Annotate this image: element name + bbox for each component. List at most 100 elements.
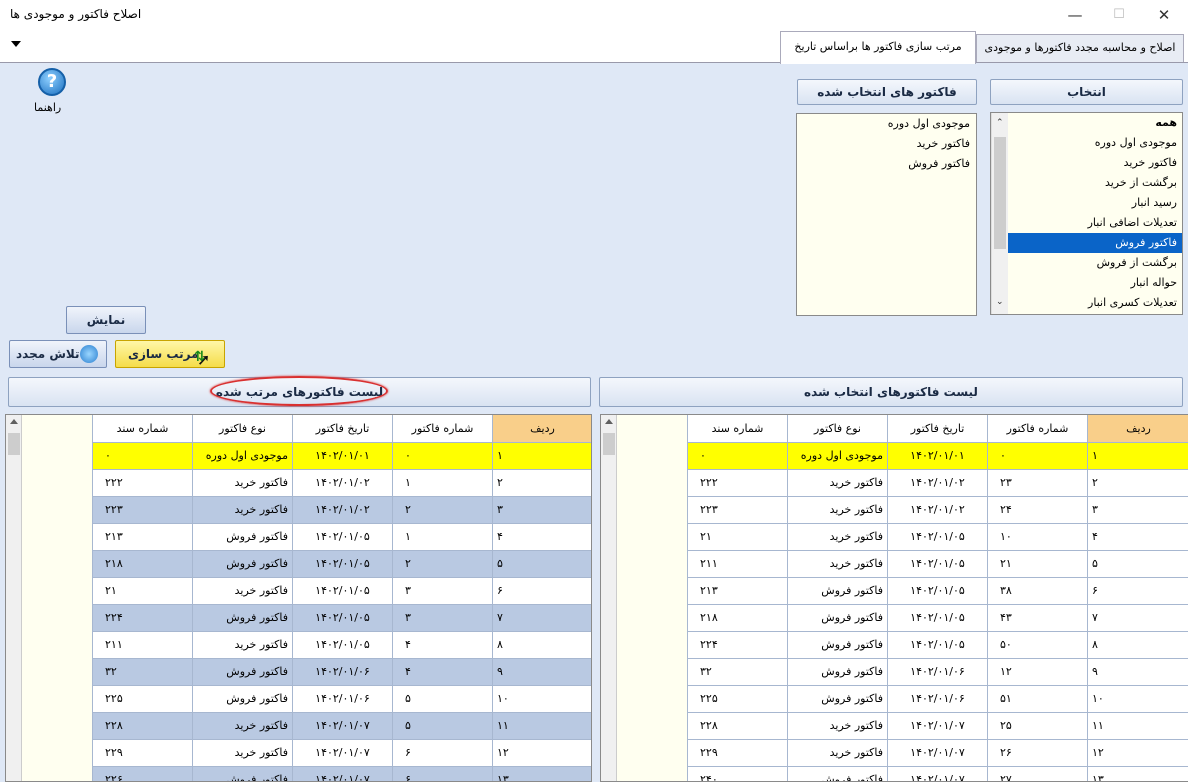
cell-no[interactable]: ۴۳ [987,603,1088,632]
cell-date[interactable]: ۱۴۰۲/۰۱/۰۷ [887,738,988,767]
cell-date[interactable]: ۱۴۰۲/۰۱/۰۵ [292,576,393,605]
list-item[interactable]: رسید انبار [1008,193,1182,213]
show-button[interactable]: نمایش [66,306,146,334]
cell-doc[interactable]: ۲۲۹ [687,738,788,767]
cell-row[interactable]: ۴ [492,522,591,551]
table-row[interactable]: ۲۲۴ فاکتور فروش ۱۴۰۲/۰۱/۰۵ ۳ ۷ [92,603,591,632]
cell-row[interactable]: ۸ [492,630,591,659]
col-invoice-type[interactable]: نوع فاکتور [787,415,888,443]
col-doc-no[interactable]: شماره سند [687,415,788,443]
cell-row[interactable]: ۳ [1087,495,1188,524]
cell-doc[interactable]: ۳۲ [687,657,788,686]
selected-invoices-list[interactable]: موجودی اول دوره فاکتور خرید فاکتور فروش [796,113,977,316]
table-row[interactable]: ۲۲۳ فاکتور خرید ۱۴۰۲/۰۱/۰۲ ۲۴ ۳ [687,495,1188,524]
cell-type[interactable]: فاکتور فروش [192,765,293,781]
cell-date[interactable]: ۱۴۰۲/۰۱/۰۵ [887,603,988,632]
table-row[interactable]: ۰ موجودی اول دوره ۱۴۰۲/۰۱/۰۱ ۰ ۱ [687,441,1188,470]
cell-doc[interactable]: ۰ [92,441,193,470]
cell-doc[interactable]: ۲۲۵ [687,684,788,713]
cell-type[interactable]: فاکتور خرید [787,711,888,740]
cell-type[interactable]: فاکتور فروش [192,522,293,551]
cell-doc[interactable]: ۲۱۱ [687,549,788,578]
cell-no[interactable]: ۵۰ [987,630,1088,659]
cell-row[interactable]: ۱۰ [1087,684,1188,713]
cell-doc[interactable]: ۲۲۲ [92,468,193,497]
cell-type[interactable]: فاکتور فروش [787,603,888,632]
cell-doc[interactable]: ۲۱۸ [92,549,193,578]
cell-doc[interactable]: ۲۲۵ [92,684,193,713]
col-invoice-no[interactable]: شماره فاکتور [392,415,493,443]
cell-type[interactable]: فاکتور فروش [192,684,293,713]
cell-date[interactable]: ۱۴۰۲/۰۱/۰۲ [292,468,393,497]
cell-doc[interactable]: ۲۱ [687,522,788,551]
cell-row[interactable]: ۱۱ [492,711,591,740]
list-item[interactable]: تعدیلات کسری انبار [1008,293,1182,313]
cell-no[interactable]: ۱ [392,522,493,551]
col-invoice-date[interactable]: تاریخ فاکتور [292,415,393,443]
cell-type[interactable]: فاکتور خرید [192,495,293,524]
cell-row[interactable]: ۹ [1087,657,1188,686]
cell-date[interactable]: ۱۴۰۲/۰۱/۰۵ [887,549,988,578]
scroll-up-icon[interactable] [10,419,18,424]
cell-date[interactable]: ۱۴۰۲/۰۱/۰۷ [887,765,988,781]
cell-doc[interactable]: ۲۲۹ [92,738,193,767]
cell-date[interactable]: ۱۴۰۲/۰۱/۰۵ [292,522,393,551]
cell-date[interactable]: ۱۴۰۲/۰۱/۰۶ [292,657,393,686]
cell-date[interactable]: ۱۴۰۲/۰۱/۰۲ [887,468,988,497]
cell-type[interactable]: فاکتور فروش [787,657,888,686]
cell-date[interactable]: ۱۴۰۲/۰۱/۰۵ [292,603,393,632]
cell-type[interactable]: فاکتور خرید [192,711,293,740]
cell-date[interactable]: ۱۴۰۲/۰۱/۰۲ [887,495,988,524]
cell-row[interactable]: ۲ [492,468,591,497]
table-row[interactable]: ۲۴۰ فاکتور فروش ۱۴۰۲/۰۱/۰۷ ۲۷ ۱۳ [687,765,1188,781]
list-item[interactable]: فاکتور خرید [797,134,976,154]
list-item[interactable]: فاکتور خرید [1008,153,1182,173]
list-scrollbar[interactable]: ⌃ ⌄ [991,113,1008,314]
cell-row[interactable]: ۵ [1087,549,1188,578]
cell-row[interactable]: ۲ [1087,468,1188,497]
cell-type[interactable]: فاکتور خرید [192,576,293,605]
cell-no[interactable]: ۶ [392,765,493,781]
col-invoice-no[interactable]: شماره فاکتور [987,415,1088,443]
table-row[interactable]: ۳۲ فاکتور فروش ۱۴۰۲/۰۱/۰۶ ۴ ۹ [92,657,591,686]
scroll-down-icon[interactable]: ⌄ [996,297,1004,307]
minimize-button[interactable]: — [1060,4,1090,26]
cell-type[interactable]: موجودی اول دوره [192,441,293,470]
cell-type[interactable]: فاکتور خرید [192,468,293,497]
sorted-invoices-grid[interactable]: شماره سند نوع فاکتور تاریخ فاکتور شماره … [5,414,592,782]
cell-type[interactable]: فاکتور خرید [192,630,293,659]
cell-date[interactable]: ۱۴۰۲/۰۱/۰۶ [887,684,988,713]
cell-no[interactable]: ۲۷ [987,765,1088,781]
cell-row[interactable]: ۹ [492,657,591,686]
cell-date[interactable]: ۱۴۰۲/۰۱/۰۵ [887,576,988,605]
cell-no[interactable]: ۰ [987,441,1088,470]
cell-no[interactable]: ۲۵ [987,711,1088,740]
cell-type[interactable]: فاکتور خرید [787,738,888,767]
cell-row[interactable]: ۱۲ [1087,738,1188,767]
list-item[interactable]: حواله انبار [1008,273,1182,293]
cell-row[interactable]: ۳ [492,495,591,524]
table-row[interactable]: ۲۲۶ فاکتور فروش ۱۴۰۲/۰۱/۰۷ ۶ ۱۳ [92,765,591,781]
list-item[interactable]: موجودی اول دوره [1008,133,1182,153]
scroll-thumb[interactable] [8,433,20,455]
cell-row[interactable]: ۷ [492,603,591,632]
cell-doc[interactable]: ۳۲ [92,657,193,686]
cell-date[interactable]: ۱۴۰۲/۰۱/۰۷ [292,738,393,767]
cell-no[interactable]: ۵ [392,684,493,713]
cell-no[interactable]: ۱ [392,468,493,497]
cell-date[interactable]: ۱۴۰۲/۰۱/۰۵ [292,549,393,578]
table-row[interactable]: ۲۱۸ فاکتور فروش ۱۴۰۲/۰۱/۰۵ ۴۳ ۷ [687,603,1188,632]
cell-row[interactable]: ۶ [492,576,591,605]
cell-doc[interactable]: ۲۲۳ [687,495,788,524]
cell-doc[interactable]: ۲۱۸ [687,603,788,632]
cell-no[interactable]: ۱۲ [987,657,1088,686]
cell-date[interactable]: ۱۴۰۲/۰۱/۰۱ [887,441,988,470]
cell-doc[interactable]: ۲۲۶ [92,765,193,781]
cell-no[interactable]: ۲ [392,495,493,524]
cell-date[interactable]: ۱۴۰۲/۰۱/۰۱ [292,441,393,470]
table-row[interactable]: ۲۲۹ فاکتور خرید ۱۴۰۲/۰۱/۰۷ ۶ ۱۲ [92,738,591,767]
cell-date[interactable]: ۱۴۰۲/۰۱/۰۵ [887,522,988,551]
cell-type[interactable]: فاکتور خرید [787,549,888,578]
close-button[interactable]: ✕ [1149,4,1179,26]
list-item[interactable]: موجودی اول دوره [797,114,976,134]
